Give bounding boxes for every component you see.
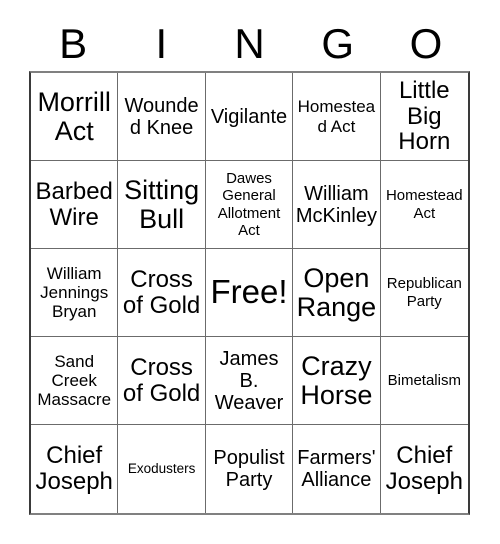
bingo-cell-label: Sitting Bull xyxy=(124,174,200,234)
bingo-cell-label: William Jennings Bryan xyxy=(40,263,109,322)
bingo-cell-label: Farmers' Alliance xyxy=(297,447,376,491)
bingo-cell[interactable]: Republican Party xyxy=(380,249,468,337)
bingo-cell-label: Crazy Horse xyxy=(300,350,373,410)
bingo-header-letter-b: B xyxy=(59,19,88,67)
bingo-cell[interactable]: Wounded Knee xyxy=(118,73,206,161)
bingo-cell-label: Vigilante xyxy=(210,105,288,128)
bingo-cell[interactable]: Homestead Act xyxy=(293,73,381,161)
bingo-header-letter-g: G xyxy=(321,19,355,67)
bingo-free-space-cell[interactable]: Free! xyxy=(205,249,294,337)
bingo-cell[interactable]: Cross of Gold xyxy=(118,249,206,337)
bingo-cell-label: Populist Party xyxy=(213,447,285,491)
bingo-cell-label: Sand Creek Massacre xyxy=(37,351,112,410)
bingo-cell[interactable]: Sitting Bull xyxy=(118,161,206,249)
bingo-header-letter-i: I xyxy=(155,19,168,67)
bingo-header-letter-n: N xyxy=(234,19,265,67)
bingo-cell-label: Exodusters xyxy=(127,461,196,477)
bingo-cell-label: Dawes General Allotment Act xyxy=(217,170,281,239)
bingo-cell-label: James B. Weaver xyxy=(214,347,284,414)
bingo-cell[interactable]: William McKinley xyxy=(293,161,381,249)
bingo-cell[interactable]: Vigilante xyxy=(205,73,294,161)
bingo-cell-label: Wounded Knee xyxy=(124,94,199,139)
bingo-cell-label: William McKinley xyxy=(295,182,377,227)
bingo-cell[interactable]: Open Range xyxy=(293,249,381,337)
bingo-cell[interactable]: Exodusters xyxy=(118,425,206,513)
bingo-cell[interactable]: Populist Party xyxy=(205,425,294,513)
bingo-cell[interactable]: Dawes General Allotment Act xyxy=(205,161,294,249)
bingo-cell[interactable]: Farmers' Alliance xyxy=(293,425,381,513)
bingo-cell-label: Morrill Act xyxy=(37,86,111,146)
bingo-cell-label: Cross of Gold xyxy=(122,353,201,407)
bingo-cell[interactable]: Homestead Act xyxy=(380,161,468,249)
bingo-cell-label: Homestead Act xyxy=(297,97,376,136)
bingo-header-letter-o: O xyxy=(409,19,443,67)
bingo-cell[interactable]: Bimetalism xyxy=(380,337,468,425)
bingo-cell[interactable]: Crazy Horse xyxy=(293,337,381,425)
bingo-cell[interactable]: Chief Joseph xyxy=(31,425,119,513)
bingo-header-row: B I N G O xyxy=(29,16,470,71)
bingo-cell-label: Open Range xyxy=(296,262,377,322)
bingo-grid: Morrill Act Wounded Knee Vigilante Homestea… xyxy=(29,71,470,515)
bingo-cell[interactable]: Morrill Act xyxy=(31,73,119,161)
bingo-cell[interactable]: Chief Joseph xyxy=(380,425,468,513)
bingo-cell-label: Chief Joseph xyxy=(35,442,113,495)
bingo-cell[interactable]: William Jennings Bryan xyxy=(31,249,119,337)
bingo-card: B I N G O Morrill Act Wounded Knee Vigilan… xyxy=(0,0,500,544)
bingo-cell[interactable]: James B. Weaver xyxy=(205,337,294,425)
bingo-cell-label: Little Big Horn xyxy=(398,76,451,156)
bingo-cell-label: Bimetalism xyxy=(387,371,461,389)
bingo-cell[interactable]: Barbed Wire xyxy=(31,161,119,249)
bingo-cell-label: Chief Joseph xyxy=(385,442,463,495)
bingo-cell[interactable]: Little Big Horn xyxy=(380,73,468,161)
bingo-cell-label: Republican Party xyxy=(386,275,462,310)
bingo-cell[interactable]: Cross of Gold xyxy=(118,337,206,425)
bingo-cell-label: Homestead Act xyxy=(385,187,463,222)
bingo-free-space-label: Free! xyxy=(210,273,288,311)
bingo-cell-label: Barbed Wire xyxy=(35,177,113,231)
bingo-cell[interactable]: Sand Creek Massacre xyxy=(31,337,119,425)
bingo-cell-label: Cross of Gold xyxy=(122,265,201,319)
